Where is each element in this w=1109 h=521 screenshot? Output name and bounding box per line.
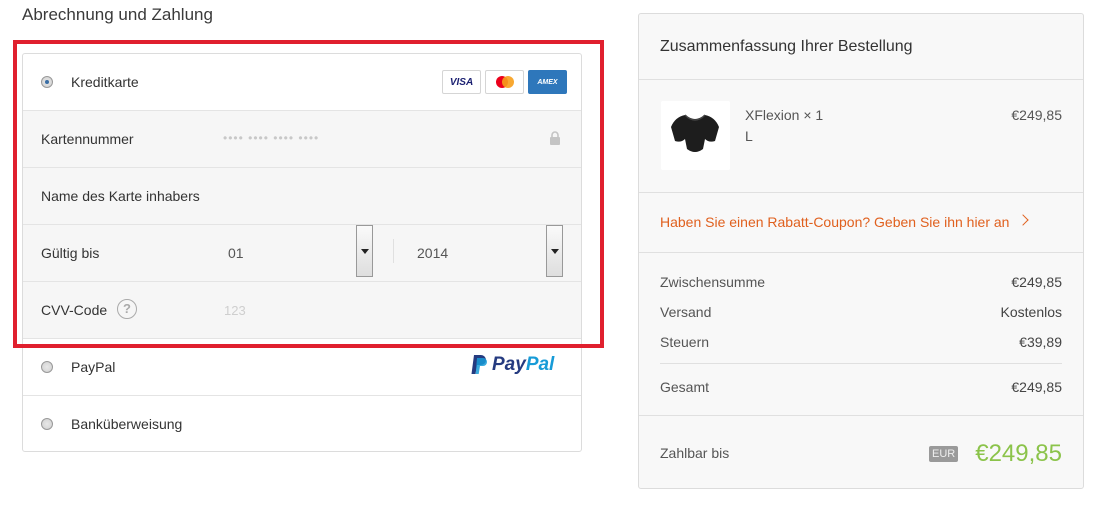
card-number-placeholder[interactable]: •••• •••• •••• •••• [223, 131, 319, 145]
divider [639, 192, 1083, 193]
card-number-field[interactable]: Kartennummer •••• •••• •••• •••• [23, 111, 581, 168]
bank-transfer-label: Banküberweisung [71, 416, 183, 432]
summary-title: Zusammenfassung Ihrer Bestellung [660, 38, 913, 55]
due-label: Zahlbar bis [660, 445, 730, 461]
bank-transfer-option[interactable]: Banküberweisung [23, 396, 581, 453]
product-image [661, 101, 730, 170]
expiry-label: Gültig bis [41, 245, 100, 261]
card-logos: VISA AMEX [442, 70, 567, 94]
divider [639, 252, 1083, 253]
tax-value: €39,89 [1019, 334, 1062, 350]
chevron-right-icon[interactable] [1017, 214, 1029, 226]
cardholder-field[interactable]: Name des Karte inhabers [23, 168, 581, 225]
paypal-wordmark: PayPal [492, 354, 555, 375]
help-icon[interactable]: ? [117, 299, 137, 319]
coupon-link[interactable]: Haben Sie einen Rabatt-Coupon? Geben Sie… [660, 214, 1009, 230]
product-variant: L [745, 128, 753, 144]
total-label: Gesamt [660, 379, 710, 395]
paypal-radio[interactable] [41, 361, 53, 373]
shipping-label: Versand [660, 304, 712, 320]
shipping-value: Kostenlos [1000, 304, 1062, 320]
amex-card-icon: AMEX [528, 70, 567, 94]
section-title: Abrechnung und Zahlung [22, 5, 213, 24]
cvv-placeholder[interactable]: 123 [224, 303, 246, 318]
subtotal-label: Zwischensumme [660, 274, 766, 290]
order-summary: Zusammenfassung Ihrer Bestellung XFlexio… [638, 13, 1084, 489]
divider [639, 415, 1083, 416]
paypal-p-icon [471, 355, 487, 374]
visa-card-icon: VISA [442, 70, 481, 94]
cvv-label: CVV-Code [41, 302, 108, 318]
due-amount: €249,85 [975, 440, 1062, 467]
divider [660, 363, 1062, 364]
currency-badge: EUR [929, 446, 959, 462]
total-value: €249,85 [1011, 379, 1062, 395]
cardholder-label: Name des Karte inhabers [41, 188, 200, 204]
cvv-field[interactable]: CVV-Code ? 123 [23, 282, 581, 339]
mastercard-icon [485, 70, 524, 94]
expiry-month-value[interactable]: 01 [228, 245, 244, 261]
credit-card-radio[interactable] [41, 76, 53, 88]
expiry-year-value[interactable]: 2014 [417, 245, 448, 261]
paypal-option[interactable]: PayPal PayPal [23, 339, 581, 396]
subtotal-value: €249,85 [1011, 274, 1062, 290]
product-name: XFlexion × 1 [745, 107, 824, 123]
expiry-row: Gültig bis 01 2014 [23, 225, 581, 282]
credit-card-label: Kreditkarte [71, 74, 139, 90]
tax-label: Steuern [660, 334, 710, 350]
paypal-label: PayPal [71, 359, 116, 375]
divider [639, 79, 1083, 80]
product-price: €249,85 [1011, 107, 1062, 123]
payment-methods-box: Kreditkarte VISA AMEX Kartennummer •••• … [22, 53, 582, 452]
paypal-logo: PayPal [470, 354, 554, 376]
lock-icon [550, 131, 560, 145]
month-dropdown-button[interactable] [356, 225, 373, 277]
bank-transfer-radio[interactable] [41, 418, 53, 430]
divider [393, 239, 394, 263]
card-number-label: Kartennummer [41, 131, 134, 147]
credit-card-option[interactable]: Kreditkarte VISA AMEX [23, 54, 581, 111]
year-dropdown-button[interactable] [546, 225, 563, 277]
